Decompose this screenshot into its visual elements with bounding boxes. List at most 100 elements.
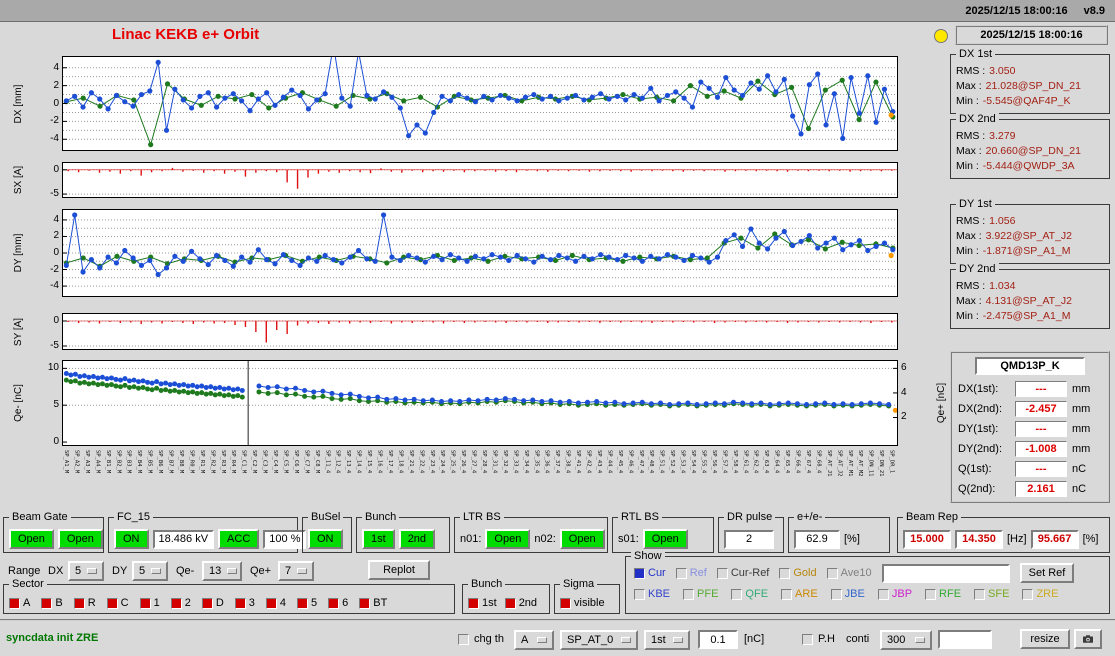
check-item-gold[interactable]: Gold xyxy=(779,567,817,579)
bunch-select[interactable]: 1st xyxy=(644,630,690,650)
ltr-n01-open-button[interactable]: Open xyxy=(485,529,531,549)
set-ref-button[interactable]: Set Ref xyxy=(1019,563,1075,583)
beam-gate-open-1-button[interactable]: Open xyxy=(9,529,54,549)
check-item-sfe[interactable]: SFE xyxy=(974,588,1009,600)
rtl-s01-open-button[interactable]: Open xyxy=(642,529,688,549)
checkbox[interactable] xyxy=(170,597,182,609)
checkbox[interactable] xyxy=(468,597,479,609)
bpm-label: SP_38_4 xyxy=(564,450,571,474)
stat-value: 20.660@SP_DN_21 xyxy=(985,145,1081,157)
range-qem-select[interactable]: 13 xyxy=(202,561,242,581)
checkbox[interactable] xyxy=(925,588,937,600)
check-item-6[interactable]: 6 xyxy=(328,597,348,609)
check-item-pfe[interactable]: PFE xyxy=(683,588,718,600)
bpm-label: SP_AT_J2 xyxy=(836,450,843,477)
spare-entry[interactable] xyxy=(938,630,992,649)
check-item-ref[interactable]: Ref xyxy=(675,567,707,579)
bpm-select[interactable]: SP_AT_0 xyxy=(560,630,638,650)
checkbox[interactable] xyxy=(974,588,986,600)
show-group: Show Cur Ref Cur-Ref Gold Ave10 Set Ref KBE PF… xyxy=(625,550,1110,614)
bunch-2nd-button[interactable]: 2nd xyxy=(398,529,436,549)
check-item-3[interactable]: 3 xyxy=(234,597,255,609)
check-item-bt[interactable]: BT xyxy=(359,597,387,609)
check-item-visible[interactable]: visible xyxy=(560,597,605,609)
checkbox[interactable] xyxy=(359,597,371,609)
beam-gate-open-2-button[interactable]: Open xyxy=(57,529,103,549)
check-item-zre[interactable]: ZRE xyxy=(1022,588,1058,600)
check-item-rfe[interactable]: RFE xyxy=(925,588,961,600)
epe-ratio-field[interactable]: 62.9 xyxy=(794,529,840,549)
range-qep-select[interactable]: 7 xyxy=(278,561,314,581)
checkbox[interactable] xyxy=(634,588,645,600)
range-dy-select[interactable]: 5 xyxy=(132,561,168,581)
interval-select[interactable]: 300 xyxy=(880,630,932,650)
ph-checkbox[interactable] xyxy=(802,634,813,645)
checkbox[interactable] xyxy=(731,588,743,600)
range-dx-select[interactable]: 5 xyxy=(68,561,104,581)
checkbox[interactable] xyxy=(106,597,118,609)
check-item-kbe[interactable]: KBE xyxy=(634,588,670,600)
checkbox[interactable] xyxy=(265,597,277,609)
check-item-jbe[interactable]: JBE xyxy=(830,588,865,600)
checkbox[interactable] xyxy=(877,588,889,600)
status-lamp xyxy=(934,29,948,43)
checkbox[interactable] xyxy=(683,588,695,600)
check-item-jbp[interactable]: JBP xyxy=(877,588,912,600)
check-item-c[interactable]: C xyxy=(106,597,129,609)
check-item-a[interactable]: A xyxy=(9,597,30,609)
checkbox[interactable] xyxy=(9,597,20,609)
sector-select[interactable]: A xyxy=(514,630,554,650)
check-item-cur[interactable]: Cur xyxy=(634,567,666,579)
check-item-5[interactable]: 5 xyxy=(297,597,317,609)
check-item-2nd[interactable]: 2nd xyxy=(504,597,537,609)
checkbox[interactable] xyxy=(201,597,213,609)
group-label: DY 2nd xyxy=(956,263,999,275)
checkbox[interactable] xyxy=(504,597,516,609)
checkbox[interactable] xyxy=(234,597,246,609)
fc15-acc-button[interactable]: ACC xyxy=(218,529,260,549)
checkbox[interactable] xyxy=(826,567,838,579)
checkbox[interactable] xyxy=(716,567,728,579)
dr-pulse-field[interactable]: 2 xyxy=(724,529,774,549)
timestamp-box: 2025/12/15 18:00:16 xyxy=(955,25,1108,45)
checkbox[interactable] xyxy=(328,597,340,609)
check-item-d[interactable]: D xyxy=(201,597,224,609)
checkbox[interactable] xyxy=(73,597,85,609)
checkbox[interactable] xyxy=(139,597,151,609)
fc15-percent-field[interactable]: 100 % xyxy=(263,529,307,549)
check-item-b[interactable]: B xyxy=(41,597,63,609)
rtl-bs-group: RTL BS s01: Open xyxy=(612,511,714,553)
fc15-on-button[interactable]: ON xyxy=(114,529,149,549)
check-item-cur-ref[interactable]: Cur-Ref xyxy=(716,567,769,579)
checkbox-label: D xyxy=(215,597,224,609)
monitor-row: DY(2nd): -1.008 mm xyxy=(958,439,1102,459)
option-indicator-icon xyxy=(915,637,925,643)
chg-th-checkbox[interactable] xyxy=(458,634,469,645)
check-item-are[interactable]: ARE xyxy=(781,588,818,600)
ltr-n02-open-button[interactable]: Open xyxy=(559,529,605,549)
checkbox[interactable] xyxy=(297,597,309,609)
check-item-1st[interactable]: 1st xyxy=(468,597,497,609)
threshold-field[interactable]: 0.1 xyxy=(698,630,738,649)
checkbox[interactable] xyxy=(560,597,571,609)
bunch-1st-button[interactable]: 1st xyxy=(362,529,395,549)
checkbox[interactable] xyxy=(675,567,687,579)
resize-button[interactable]: resize xyxy=(1020,629,1070,649)
fc15-kv-field[interactable]: 18.486 kV xyxy=(152,529,215,549)
ref-name-entry[interactable] xyxy=(881,563,1010,583)
checkbox[interactable] xyxy=(1022,588,1034,600)
replot-button[interactable]: Replot xyxy=(368,560,430,580)
screenshot-button[interactable] xyxy=(1074,629,1102,649)
busel-on-button[interactable]: ON xyxy=(308,529,343,549)
checkbox[interactable] xyxy=(830,588,842,600)
checkbox[interactable] xyxy=(634,567,645,579)
check-item-ave10[interactable]: Ave10 xyxy=(826,567,872,579)
check-item-r[interactable]: R xyxy=(73,597,96,609)
checkbox[interactable] xyxy=(779,567,791,579)
checkbox[interactable] xyxy=(41,597,53,609)
check-item-1[interactable]: 1 xyxy=(139,597,160,609)
checkbox[interactable] xyxy=(781,588,793,600)
check-item-4[interactable]: 4 xyxy=(265,597,286,609)
check-item-2[interactable]: 2 xyxy=(170,597,191,609)
check-item-qfe[interactable]: QFE xyxy=(731,588,768,600)
